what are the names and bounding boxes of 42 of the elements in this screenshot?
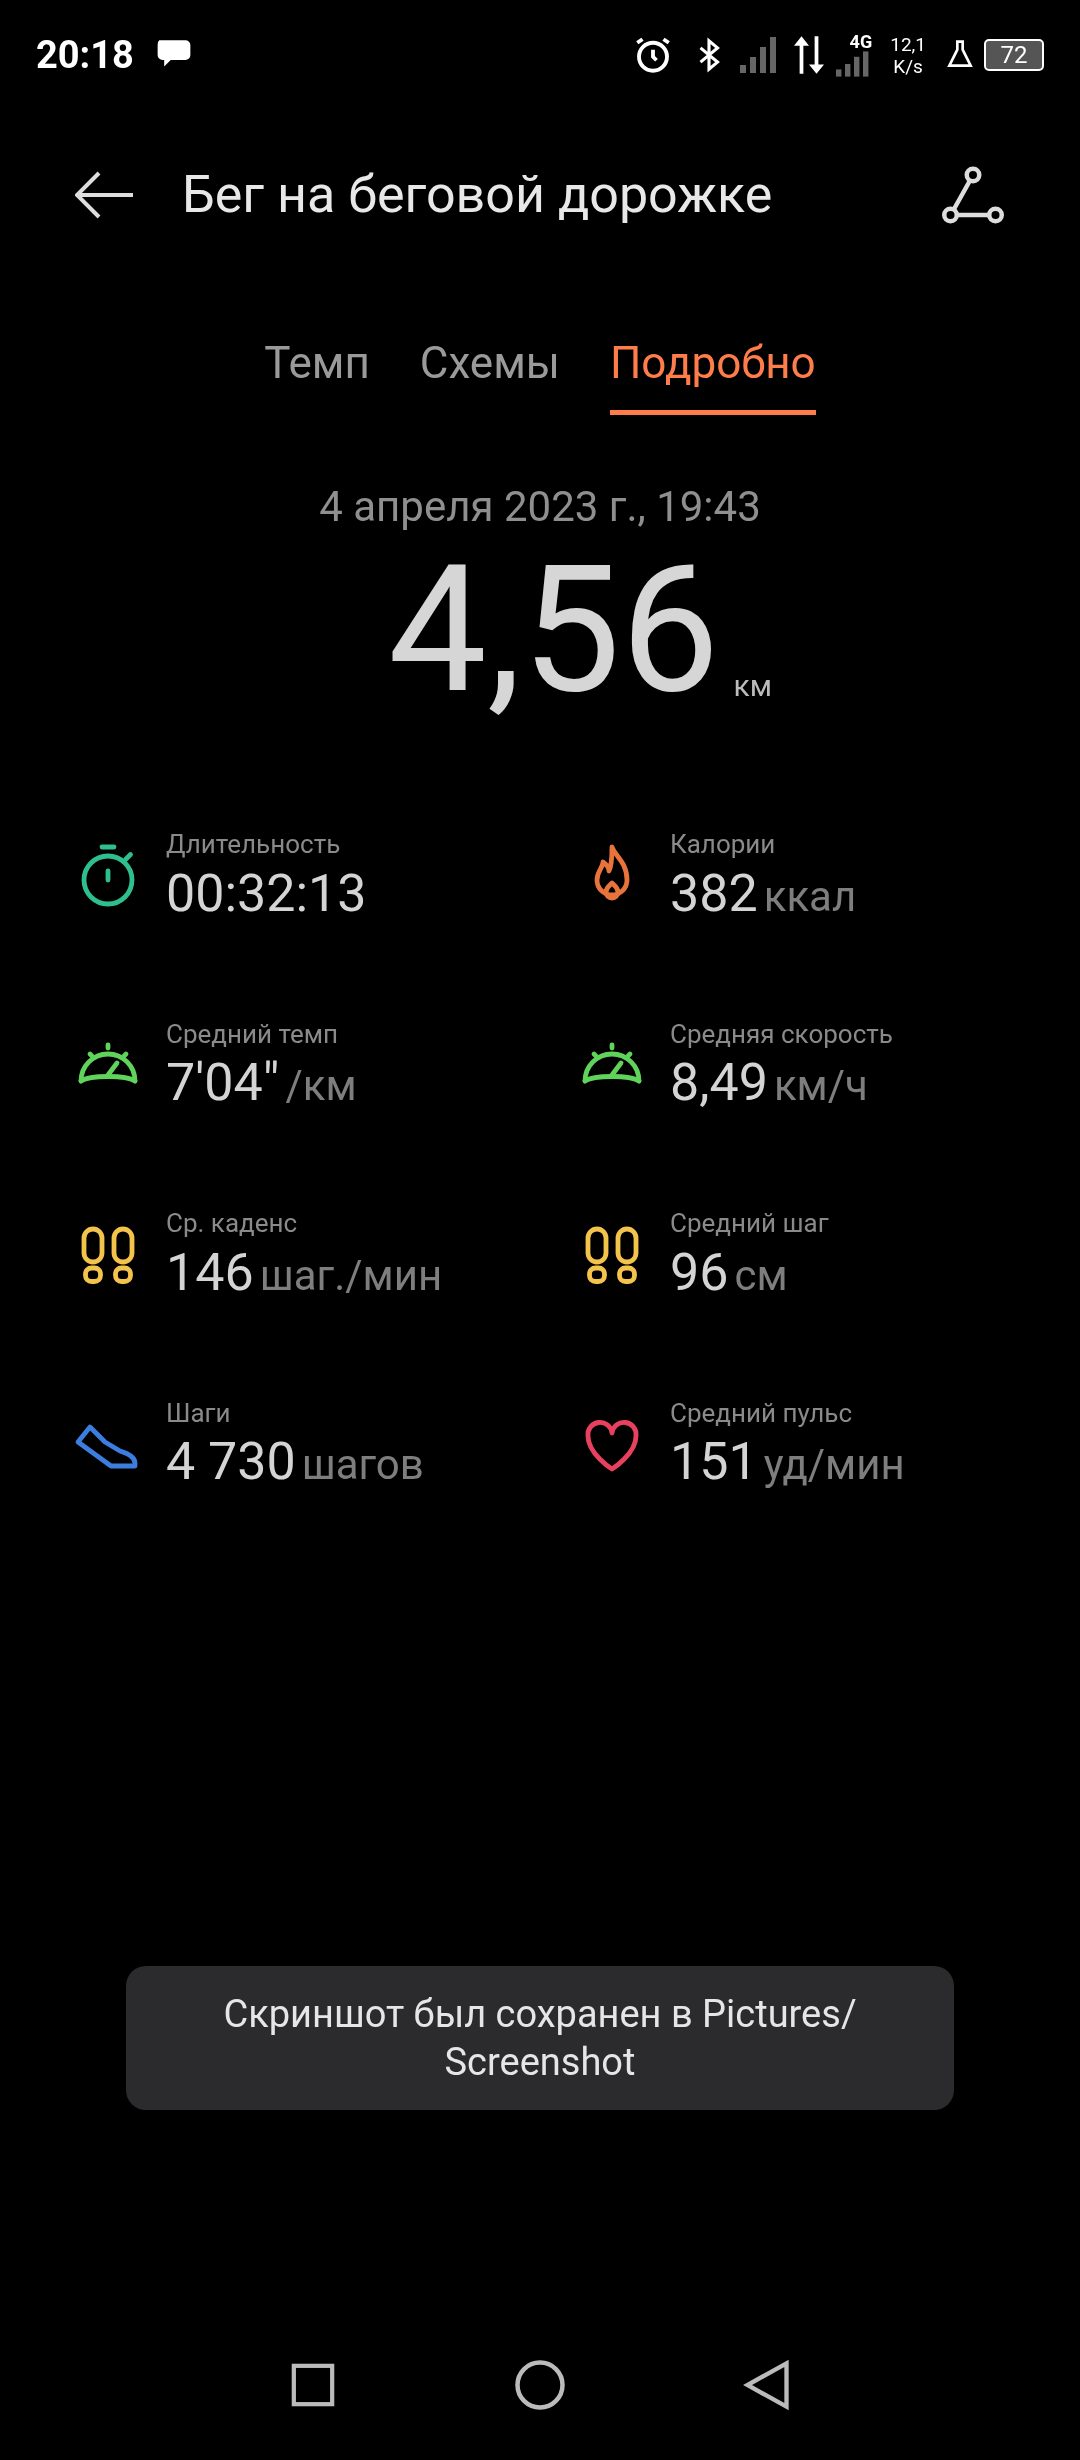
metric-value: 146	[166, 1240, 254, 1305]
workout-date: 4 апреля 2023 г., 19:43	[318, 481, 762, 533]
square-icon	[290, 2362, 337, 2408]
metric-value: 382	[670, 861, 758, 926]
metric-value: 7'04"	[166, 1051, 280, 1115]
battery-indicator: 72	[984, 39, 1044, 71]
metric-label: Средняя скорость	[670, 1017, 893, 1050]
speed-unit: K/s	[893, 56, 923, 76]
metric-value: 151	[670, 1430, 758, 1494]
metric-value: 8,49	[670, 1051, 768, 1115]
metric-unit: шаг./мин	[259, 1249, 443, 1302]
network-type: 4G	[849, 33, 873, 51]
metric-unit: уд/мин	[763, 1439, 905, 1491]
metric-value: 96	[670, 1240, 729, 1305]
metric-value: 00:32:13	[166, 861, 367, 926]
tab[interactable]: Подробно	[609, 330, 816, 415]
page-title: Бег на беговой дорожке	[182, 163, 774, 227]
triangle-back-icon	[742, 2359, 791, 2411]
metric-label: Средний темп	[166, 1017, 340, 1050]
tab[interactable]: Схемы	[419, 330, 560, 415]
metric-unit: ккал	[763, 870, 857, 923]
metric-label: Шаги	[166, 1396, 232, 1429]
metric-label: Средний шаг	[670, 1207, 829, 1240]
back-arrow-icon	[75, 171, 135, 219]
metric-unit: см	[734, 1249, 788, 1302]
metric-label: Длительность	[166, 828, 342, 861]
metric-unit: шагов	[301, 1439, 424, 1491]
tab[interactable]: Темп	[264, 330, 370, 415]
metric-label: Калории	[670, 828, 777, 861]
metric-unit: /км	[285, 1060, 357, 1112]
distance-value: 4,56	[388, 542, 720, 718]
metric-label: Ср. каденс	[166, 1207, 299, 1240]
distance-unit: км	[733, 667, 772, 705]
metric-label: Средний пульс	[670, 1396, 853, 1429]
network-speed: 12,1	[890, 34, 926, 54]
status-time: 20:18	[36, 31, 134, 79]
data-transfer-icon	[794, 36, 825, 74]
share-icon	[940, 165, 1006, 225]
circle-icon	[513, 2358, 567, 2412]
metric-value: 4 730	[166, 1430, 296, 1494]
metric-unit: км/ч	[773, 1060, 868, 1112]
toast-message: Скриншот был сохранен в Pictures/ Screenshot	[126, 1966, 954, 2110]
